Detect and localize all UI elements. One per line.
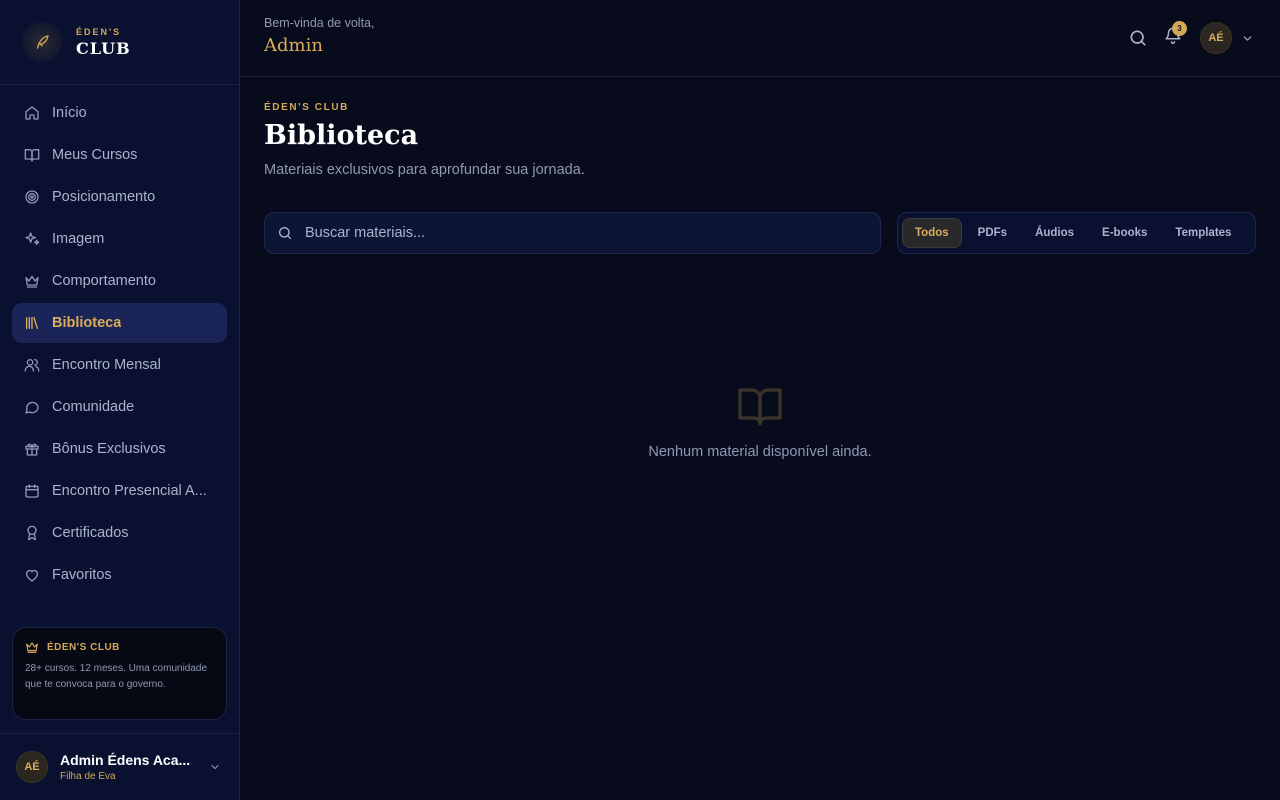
greeting-text: Bem-vinda de volta, <box>264 16 375 30</box>
user-menu[interactable]: AÉ Admin Édens Aca... Filha de Eva <box>0 733 239 800</box>
filter-templates[interactable]: Templates <box>1163 218 1243 248</box>
promo-text: 28+ cursos. 12 meses. Uma comunidade que… <box>25 663 208 690</box>
brand-top: ÉDEN'S <box>76 26 122 37</box>
sidebar-item-label: Comunidade <box>52 399 135 415</box>
filter-tabs: Todos PDFs Áudios E-books Templates <box>897 212 1256 254</box>
crown-icon <box>26 642 38 653</box>
chevron-down-icon[interactable] <box>1241 32 1254 45</box>
sidebar-item-label: Meus Cursos <box>52 147 138 163</box>
filter-pdfs[interactable]: PDFs <box>966 218 1019 248</box>
users-icon <box>24 359 40 372</box>
user-role: Filha de Eva <box>60 771 116 782</box>
sidebar-item-encontro-presencial[interactable]: Encontro Presencial A... <box>12 471 227 511</box>
award-icon <box>27 525 37 541</box>
book-open-icon <box>24 149 40 162</box>
sparkles-icon <box>25 232 40 245</box>
target-icon <box>25 190 39 204</box>
avatar[interactable]: AÉ <box>1200 22 1232 54</box>
sidebar-item-label: Certificados <box>52 525 129 541</box>
chevron-down-icon[interactable] <box>209 761 221 773</box>
sidebar-item-biblioteca[interactable]: Biblioteca <box>12 303 227 343</box>
greeting-name: Admin <box>264 35 323 56</box>
book-open-icon <box>738 388 782 426</box>
sidebar-item-favoritos[interactable]: Favoritos <box>12 555 227 595</box>
sidebar-item-label: Imagem <box>52 231 105 247</box>
search-input[interactable] <box>305 225 845 241</box>
page-subtitle: Materiais exclusivos para aprofundar sua… <box>264 162 585 178</box>
sidebar-item-label: Bônus Exclusivos <box>52 441 166 457</box>
crown-icon <box>25 275 39 288</box>
home-icon <box>25 106 39 120</box>
sidebar-item-meus-cursos[interactable]: Meus Cursos <box>12 135 227 175</box>
search-icon[interactable] <box>1128 28 1148 48</box>
brand-bottom: CLUB <box>76 38 131 58</box>
sidebar-item-label: Encontro Mensal <box>52 357 161 373</box>
filter-ebooks[interactable]: E-books <box>1090 218 1159 248</box>
sidebar-item-label: Biblioteca <box>52 315 122 331</box>
page-eyebrow: ÉDEN'S CLUB <box>264 102 349 113</box>
sidebar-item-bonus-exclusivos[interactable]: Bônus Exclusivos <box>12 429 227 469</box>
sidebar-item-label: Comportamento <box>52 273 156 289</box>
sidebar-item-comunidade[interactable]: Comunidade <box>12 387 227 427</box>
sidebar-item-label: Favoritos <box>52 567 112 583</box>
filter-todos[interactable]: Todos <box>902 218 962 248</box>
promo-card: ÉDEN'S CLUB 28+ cursos. 12 meses. Uma co… <box>12 627 227 720</box>
sidebar-item-posicionamento[interactable]: Posicionamento <box>12 177 227 217</box>
sidebar-item-encontro-mensal[interactable]: Encontro Mensal <box>12 345 227 385</box>
page-title: Biblioteca <box>264 120 419 151</box>
library-icon <box>26 317 38 329</box>
sidebar-item-certificados[interactable]: Certificados <box>12 513 227 553</box>
empty-state-text: Nenhum material disponível ainda. <box>648 444 872 460</box>
sidebar-nav: Início Meus Cursos Posicionamento Imagem… <box>0 85 239 595</box>
search-box[interactable] <box>264 212 881 254</box>
sidebar-item-imagem[interactable]: Imagem <box>12 219 227 259</box>
heart-icon <box>26 569 38 582</box>
filter-audios[interactable]: Áudios <box>1023 218 1086 248</box>
calendar-icon <box>25 484 39 498</box>
chat-bubble-icon <box>25 401 39 414</box>
empty-state: Nenhum material disponível ainda. <box>240 382 1280 460</box>
gift-icon <box>25 443 39 456</box>
user-name: Admin Édens Aca... <box>60 752 191 768</box>
sidebar-item-comportamento[interactable]: Comportamento <box>12 261 227 301</box>
quill-icon <box>22 22 62 62</box>
main-content: ÉDEN'S CLUB Biblioteca Materiais exclusi… <box>240 78 1280 800</box>
search-icon <box>279 227 291 239</box>
sidebar-item-label: Posicionamento <box>52 189 156 205</box>
sidebar-item-label: Início <box>52 105 87 121</box>
avatar: AÉ <box>16 751 48 783</box>
sidebar-item-inicio[interactable]: Início <box>12 93 227 133</box>
brand[interactable]: ÉDEN'S CLUB <box>0 0 239 85</box>
topbar: Bem-vinda de volta, Admin 3 AÉ <box>240 0 1280 77</box>
notification-badge: 3 <box>1172 21 1187 36</box>
sidebar-item-label: Encontro Presencial A... <box>52 483 207 499</box>
sidebar: ÉDEN'S CLUB Início Meus Cursos Posiciona… <box>0 0 240 800</box>
promo-title: ÉDEN'S CLUB <box>47 641 120 653</box>
